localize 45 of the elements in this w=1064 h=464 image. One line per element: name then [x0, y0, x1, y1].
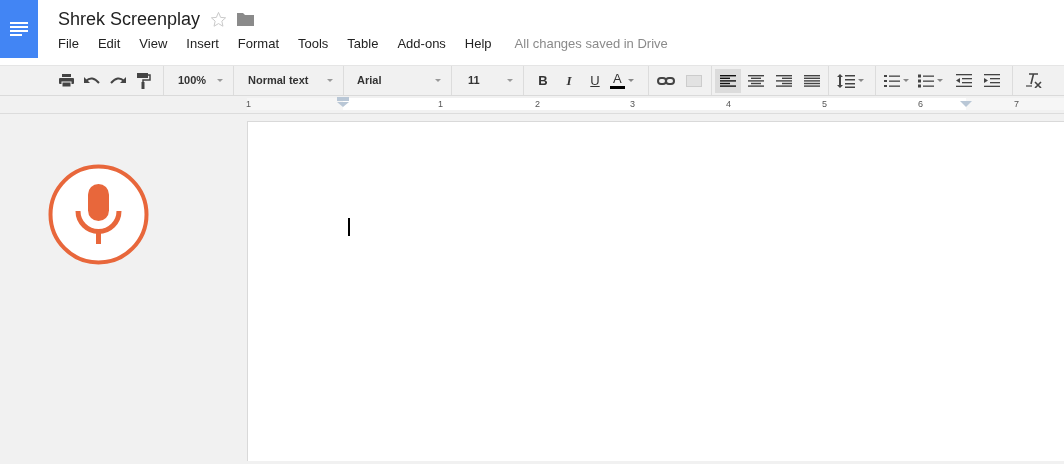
docs-logo-icon[interactable] [0, 0, 38, 58]
text-cursor [348, 218, 350, 236]
clear-formatting-icon[interactable] [1023, 73, 1045, 88]
bold-button[interactable]: B [532, 70, 554, 91]
caret-icon [507, 78, 513, 83]
indent-marker-icon[interactable] [960, 101, 972, 107]
menu-item[interactable]: Insert [177, 34, 228, 54]
caret-icon [327, 78, 333, 83]
save-status: All changes saved in Drive [514, 35, 668, 54]
ruler-number: 2 [535, 98, 540, 110]
caret-icon [627, 78, 634, 83]
microphone-icon[interactable] [48, 164, 149, 265]
redo-icon[interactable] [107, 75, 129, 86]
ruler-number: 6 [918, 98, 923, 110]
link-icon[interactable] [655, 76, 677, 85]
style-dropdown[interactable]: Normal text [234, 66, 344, 95]
ruler-number: 1 [438, 98, 443, 110]
font-dropdown[interactable]: Arial [344, 66, 452, 95]
undo-icon[interactable] [81, 75, 103, 86]
ruler-number: 7 [1014, 98, 1019, 110]
text-color-button[interactable]: A [610, 72, 640, 89]
align-left-icon[interactable] [715, 68, 741, 93]
menu-item[interactable]: Edit [88, 34, 130, 54]
menu-item[interactable]: Tools [289, 34, 338, 54]
caret-icon [217, 78, 223, 83]
menu-item[interactable]: Format [228, 34, 288, 54]
line-spacing-icon[interactable] [837, 73, 867, 88]
menu-item[interactable]: Add-ons [388, 34, 455, 54]
menu-item[interactable]: View [130, 34, 177, 54]
caret-icon [435, 78, 441, 83]
menu-item[interactable]: File [58, 34, 88, 54]
font-size-dropdown[interactable]: 11 [452, 66, 524, 95]
ruler-number: 3 [630, 98, 635, 110]
menu-item[interactable]: Table [338, 34, 388, 54]
ruler-number: 1 [246, 98, 251, 110]
italic-button[interactable]: I [558, 70, 580, 91]
star-icon[interactable] [210, 10, 228, 28]
underline-button[interactable]: U [584, 70, 606, 91]
zoom-dropdown[interactable]: 100% [164, 66, 234, 95]
menu-item[interactable]: Help [455, 34, 501, 54]
indent-marker-icon[interactable] [337, 97, 349, 107]
ruler-number: 5 [822, 98, 827, 110]
document-title[interactable]: Shrek Screenplay [58, 5, 201, 33]
folder-icon[interactable] [237, 12, 255, 26]
ruler-number: 4 [726, 98, 731, 110]
